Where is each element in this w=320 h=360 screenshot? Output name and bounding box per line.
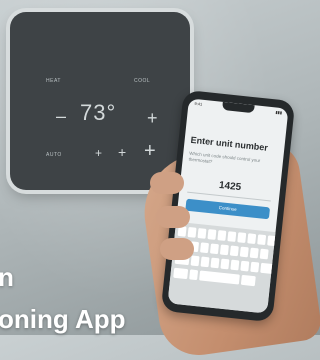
continue-button: Continue xyxy=(185,198,271,220)
thermostat-auto-label: AUTO xyxy=(46,152,62,158)
thermostat-plus-icon: + xyxy=(147,108,158,128)
status-time: 9:41 xyxy=(194,100,203,107)
unit-code-input: 1425 xyxy=(218,179,242,194)
finger xyxy=(156,206,190,228)
thermostat-temperature: 73° xyxy=(80,100,117,125)
fan-high-icon: + xyxy=(144,140,156,162)
phone-notch xyxy=(222,101,255,114)
fan-low-icon: + xyxy=(95,146,103,160)
battery-icon: ▮▮▮ xyxy=(275,109,283,116)
on-screen-keyboard xyxy=(167,221,277,314)
finger xyxy=(150,172,184,194)
thermostat-device: HEAT COOL 73° – + AUTO + + + xyxy=(10,12,190,190)
thermostat-cool-label: COOL xyxy=(134,78,151,84)
photo-scene: HEAT COOL 73° – + AUTO + + + 9:41 ▮▮▮ En… xyxy=(0,0,320,360)
thermostat-heat-label: HEAT xyxy=(46,78,61,84)
screen-title: Enter unit number xyxy=(190,134,269,153)
headline-line-2: oning App xyxy=(0,304,126,334)
headline-line-1: n xyxy=(0,262,14,292)
fan-medium-icon: + xyxy=(118,144,127,160)
finger xyxy=(160,238,194,260)
thermostat-minus-icon: – xyxy=(56,106,67,126)
phone-screen: 9:41 ▮▮▮ Enter unit number Which unit co… xyxy=(167,98,289,314)
screen-subtitle: Which unit code should control your ther… xyxy=(188,150,261,165)
